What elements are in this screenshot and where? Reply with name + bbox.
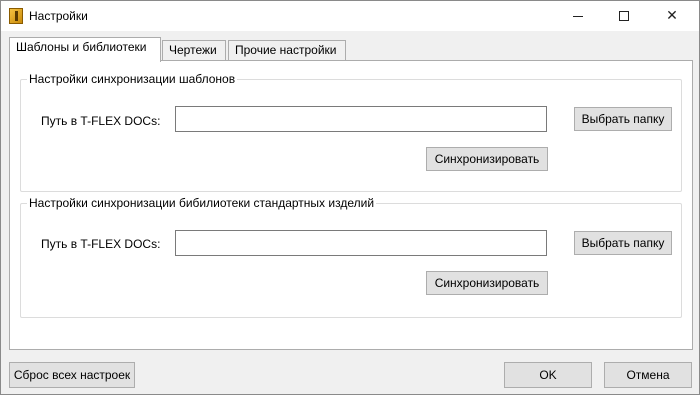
maximize-icon (619, 11, 629, 21)
library-sync-group: Настройки синхронизации бибилиотеки стан… (20, 196, 682, 318)
title-bar[interactable]: Настройки ✕ (1, 1, 699, 31)
templates-sync-button[interactable]: Синхронизировать (426, 147, 548, 171)
ok-button[interactable]: OK (504, 362, 592, 388)
library-browse-button[interactable]: Выбрать папку (574, 231, 672, 255)
templates-path-input[interactable] (175, 106, 547, 132)
library-path-input[interactable] (175, 230, 547, 256)
library-path-label: Путь в T-FLEX DOCs: (41, 237, 161, 251)
tab-page-templates-libraries: Настройки синхронизации шаблонов Путь в … (9, 60, 693, 350)
settings-window: Настройки ✕ Шаблоны и библиотеки Чертежи… (0, 0, 700, 395)
tab-other-settings[interactable]: Прочие настройки (228, 40, 346, 61)
close-icon: ✕ (666, 8, 678, 24)
templates-sync-group: Настройки синхронизации шаблонов Путь в … (20, 72, 682, 192)
window-title: Настройки (29, 9, 88, 23)
templates-path-label: Путь в T-FLEX DOCs: (41, 114, 161, 128)
tab-drawings[interactable]: Чертежи (162, 40, 226, 61)
cancel-button[interactable]: Отмена (604, 362, 692, 388)
app-icon (9, 8, 23, 24)
library-sync-button[interactable]: Синхронизировать (426, 271, 548, 295)
maximize-button[interactable] (601, 1, 647, 31)
templates-browse-button[interactable]: Выбрать папку (574, 107, 672, 131)
library-sync-legend: Настройки синхронизации бибилиотеки стан… (27, 196, 377, 210)
minimize-button[interactable] (555, 1, 601, 31)
tab-templates-libraries[interactable]: Шаблоны и библиотеки (9, 37, 161, 62)
reset-all-settings-button[interactable]: Сброс всех настроек (9, 362, 135, 388)
minimize-icon (573, 15, 583, 17)
templates-sync-legend: Настройки синхронизации шаблонов (27, 72, 238, 86)
close-button[interactable]: ✕ (649, 1, 695, 31)
